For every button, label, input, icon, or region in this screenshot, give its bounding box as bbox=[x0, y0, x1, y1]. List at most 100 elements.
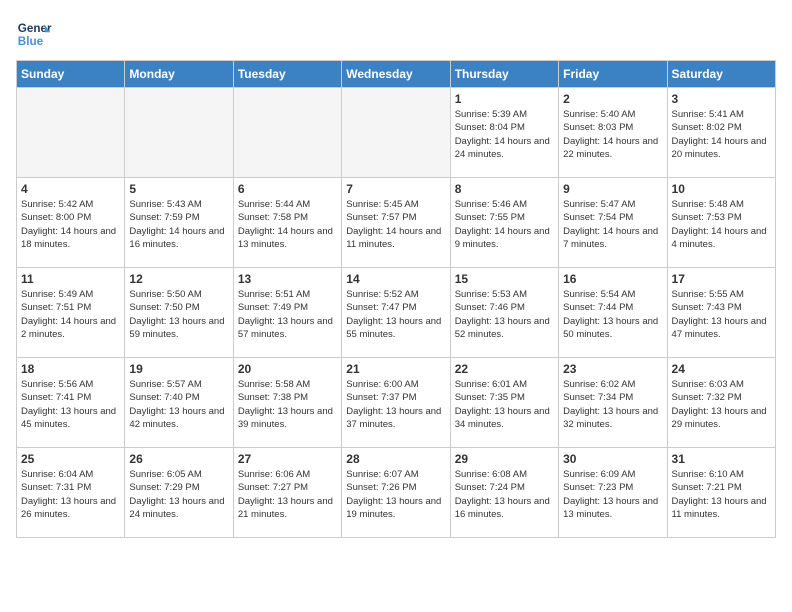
day-info: Sunrise: 5:54 AMSunset: 7:44 PMDaylight:… bbox=[563, 288, 662, 341]
calendar-cell: 30 Sunrise: 6:09 AMSunset: 7:23 PMDayligh… bbox=[559, 448, 667, 538]
calendar-cell bbox=[342, 88, 450, 178]
day-number: 31 bbox=[672, 452, 771, 466]
calendar-cell: 23Sunrise: 6:02 AMSunset: 7:34 PMDayligh… bbox=[559, 358, 667, 448]
day-number: 28 bbox=[346, 452, 445, 466]
week-row-3: 11 Sunrise: 5:49 AMSunset: 7:51 PMDayligh… bbox=[17, 268, 776, 358]
day-number: 8 bbox=[455, 182, 554, 196]
week-row-1: 1Sunrise: 5:39 AMSunset: 8:04 PMDaylight… bbox=[17, 88, 776, 178]
calendar-cell: 10 Sunrise: 5:48 AMSunset: 7:53 PMDayligh… bbox=[667, 178, 775, 268]
calendar-cell: 27Sunrise: 6:06 AMSunset: 7:27 PMDayligh… bbox=[233, 448, 341, 538]
day-number: 16 bbox=[563, 272, 662, 286]
header-row: SundayMondayTuesdayWednesdayThursdayFrid… bbox=[17, 61, 776, 88]
logo: General Blue bbox=[16, 16, 52, 52]
calendar-cell: 8 Sunrise: 5:46 AMSunset: 7:55 PMDaylight… bbox=[450, 178, 558, 268]
day-number: 30 bbox=[563, 452, 662, 466]
day-number: 20 bbox=[238, 362, 337, 376]
day-number: 29 bbox=[455, 452, 554, 466]
day-number: 14 bbox=[346, 272, 445, 286]
calendar-cell: 3 Sunrise: 5:41 AMSunset: 8:02 PMDaylight… bbox=[667, 88, 775, 178]
calendar-cell: 18 Sunrise: 5:56 AMSunset: 7:41 PMDayligh… bbox=[17, 358, 125, 448]
calendar-cell: 13 Sunrise: 5:51 AMSunset: 7:49 PMDayligh… bbox=[233, 268, 341, 358]
weekday-header-monday: Monday bbox=[125, 61, 233, 88]
day-info: Sunrise: 5:45 AMSunset: 7:57 PMDaylight:… bbox=[346, 198, 445, 251]
day-info: Sunrise: 5:44 AMSunset: 7:58 PMDaylight:… bbox=[238, 198, 337, 251]
day-number: 3 bbox=[672, 92, 771, 106]
day-info: Sunrise: 6:10 AMSunset: 7:21 PMDaylight:… bbox=[672, 468, 771, 521]
calendar-cell: 29 Sunrise: 6:08 AMSunset: 7:24 PMDayligh… bbox=[450, 448, 558, 538]
day-info: Sunrise: 6:00 AMSunset: 7:37 PMDaylight:… bbox=[346, 378, 445, 431]
day-number: 18 bbox=[21, 362, 120, 376]
day-info: Sunrise: 5:56 AMSunset: 7:41 PMDaylight:… bbox=[21, 378, 120, 431]
weekday-header-saturday: Saturday bbox=[667, 61, 775, 88]
day-info: Sunrise: 5:48 AMSunset: 7:53 PMDaylight:… bbox=[672, 198, 771, 251]
day-number: 7 bbox=[346, 182, 445, 196]
calendar-cell bbox=[233, 88, 341, 178]
calendar-cell: 9Sunrise: 5:47 AMSunset: 7:54 PMDaylight… bbox=[559, 178, 667, 268]
calendar-cell: 6 Sunrise: 5:44 AMSunset: 7:58 PMDaylight… bbox=[233, 178, 341, 268]
day-number: 23 bbox=[563, 362, 662, 376]
calendar-cell: 11 Sunrise: 5:49 AMSunset: 7:51 PMDayligh… bbox=[17, 268, 125, 358]
calendar-cell: 25Sunrise: 6:04 AMSunset: 7:31 PMDayligh… bbox=[17, 448, 125, 538]
calendar-cell: 16 Sunrise: 5:54 AMSunset: 7:44 PMDayligh… bbox=[559, 268, 667, 358]
calendar-cell: 2 Sunrise: 5:40 AMSunset: 8:03 PMDaylight… bbox=[559, 88, 667, 178]
day-info: Sunrise: 5:58 AMSunset: 7:38 PMDaylight:… bbox=[238, 378, 337, 431]
weekday-header-friday: Friday bbox=[559, 61, 667, 88]
week-row-4: 18 Sunrise: 5:56 AMSunset: 7:41 PMDayligh… bbox=[17, 358, 776, 448]
day-info: Sunrise: 5:55 AMSunset: 7:43 PMDaylight:… bbox=[672, 288, 771, 341]
day-info: Sunrise: 6:09 AMSunset: 7:23 PMDaylight:… bbox=[563, 468, 662, 521]
weekday-header-wednesday: Wednesday bbox=[342, 61, 450, 88]
day-number: 13 bbox=[238, 272, 337, 286]
day-info: Sunrise: 5:46 AMSunset: 7:55 PMDaylight:… bbox=[455, 198, 554, 251]
calendar-table: SundayMondayTuesdayWednesdayThursdayFrid… bbox=[16, 60, 776, 538]
calendar-cell bbox=[125, 88, 233, 178]
calendar-cell: 28Sunrise: 6:07 AMSunset: 7:26 PMDayligh… bbox=[342, 448, 450, 538]
day-number: 10 bbox=[672, 182, 771, 196]
day-number: 4 bbox=[21, 182, 120, 196]
day-number: 11 bbox=[21, 272, 120, 286]
calendar-cell: 31 Sunrise: 6:10 AMSunset: 7:21 PMDayligh… bbox=[667, 448, 775, 538]
calendar-cell bbox=[17, 88, 125, 178]
calendar-cell: 12 Sunrise: 5:50 AMSunset: 7:50 PMDayligh… bbox=[125, 268, 233, 358]
day-info: Sunrise: 6:05 AMSunset: 7:29 PMDaylight:… bbox=[129, 468, 228, 521]
day-info: Sunrise: 6:04 AMSunset: 7:31 PMDaylight:… bbox=[21, 468, 120, 521]
calendar-cell: 7 Sunrise: 5:45 AMSunset: 7:57 PMDaylight… bbox=[342, 178, 450, 268]
calendar-cell: 19Sunrise: 5:57 AMSunset: 7:40 PMDayligh… bbox=[125, 358, 233, 448]
day-info: Sunrise: 6:08 AMSunset: 7:24 PMDaylight:… bbox=[455, 468, 554, 521]
weekday-header-tuesday: Tuesday bbox=[233, 61, 341, 88]
day-number: 22 bbox=[455, 362, 554, 376]
calendar-cell: 14 Sunrise: 5:52 AMSunset: 7:47 PMDayligh… bbox=[342, 268, 450, 358]
day-number: 6 bbox=[238, 182, 337, 196]
calendar-cell: 17 Sunrise: 5:55 AMSunset: 7:43 PMDayligh… bbox=[667, 268, 775, 358]
day-number: 26 bbox=[129, 452, 228, 466]
day-number: 5 bbox=[129, 182, 228, 196]
calendar-cell: 15Sunrise: 5:53 AMSunset: 7:46 PMDayligh… bbox=[450, 268, 558, 358]
logo-icon: General Blue bbox=[16, 16, 52, 52]
day-number: 24 bbox=[672, 362, 771, 376]
day-info: Sunrise: 5:49 AMSunset: 7:51 PMDaylight:… bbox=[21, 288, 120, 341]
day-info: Sunrise: 5:42 AMSunset: 8:00 PMDaylight:… bbox=[21, 198, 120, 251]
day-info: Sunrise: 6:06 AMSunset: 7:27 PMDaylight:… bbox=[238, 468, 337, 521]
calendar-cell: 5Sunrise: 5:43 AMSunset: 7:59 PMDaylight… bbox=[125, 178, 233, 268]
calendar-cell: 24 Sunrise: 6:03 AMSunset: 7:32 PMDayligh… bbox=[667, 358, 775, 448]
day-info: Sunrise: 6:03 AMSunset: 7:32 PMDaylight:… bbox=[672, 378, 771, 431]
day-info: Sunrise: 6:01 AMSunset: 7:35 PMDaylight:… bbox=[455, 378, 554, 431]
calendar-cell: 1Sunrise: 5:39 AMSunset: 8:04 PMDaylight… bbox=[450, 88, 558, 178]
header: General Blue bbox=[16, 16, 776, 52]
week-row-5: 25Sunrise: 6:04 AMSunset: 7:31 PMDayligh… bbox=[17, 448, 776, 538]
day-info: Sunrise: 5:41 AMSunset: 8:02 PMDaylight:… bbox=[672, 108, 771, 161]
day-info: Sunrise: 5:50 AMSunset: 7:50 PMDaylight:… bbox=[129, 288, 228, 341]
day-info: Sunrise: 5:40 AMSunset: 8:03 PMDaylight:… bbox=[563, 108, 662, 161]
day-number: 1 bbox=[455, 92, 554, 106]
day-info: Sunrise: 5:52 AMSunset: 7:47 PMDaylight:… bbox=[346, 288, 445, 341]
weekday-header-sunday: Sunday bbox=[17, 61, 125, 88]
calendar-cell: 21 Sunrise: 6:00 AMSunset: 7:37 PMDayligh… bbox=[342, 358, 450, 448]
weekday-header-thursday: Thursday bbox=[450, 61, 558, 88]
day-info: Sunrise: 5:53 AMSunset: 7:46 PMDaylight:… bbox=[455, 288, 554, 341]
day-number: 2 bbox=[563, 92, 662, 106]
day-number: 21 bbox=[346, 362, 445, 376]
day-info: Sunrise: 5:51 AMSunset: 7:49 PMDaylight:… bbox=[238, 288, 337, 341]
day-number: 12 bbox=[129, 272, 228, 286]
calendar-cell: 22 Sunrise: 6:01 AMSunset: 7:35 PMDayligh… bbox=[450, 358, 558, 448]
day-info: Sunrise: 5:47 AMSunset: 7:54 PMDaylight:… bbox=[563, 198, 662, 251]
day-number: 17 bbox=[672, 272, 771, 286]
